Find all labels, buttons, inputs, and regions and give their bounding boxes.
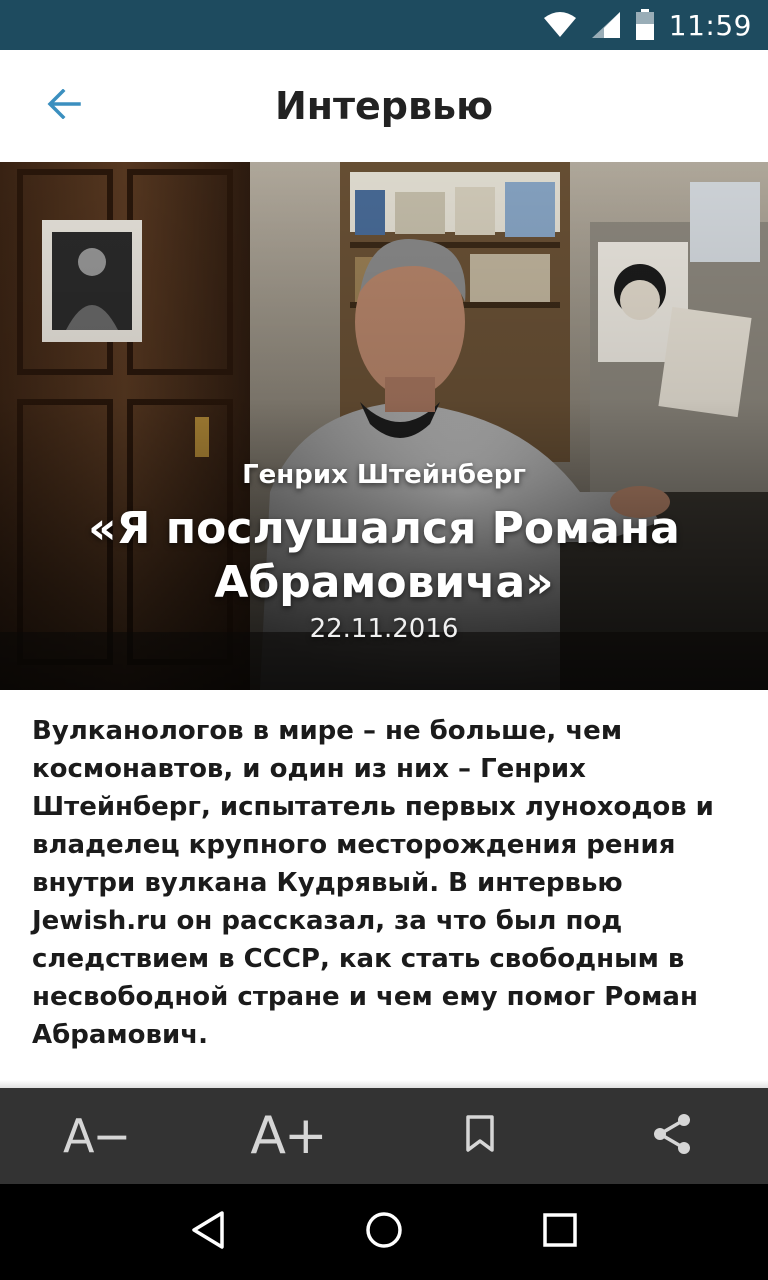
status-bar: 11:59 [0,0,768,50]
article-lead: Вулканологов в мире – не больше, чем кос… [32,716,714,1050]
wifi-icon [543,12,577,38]
battery-icon [635,9,655,41]
share-icon [652,1113,692,1159]
decrease-font-button[interactable]: A− [36,1096,156,1176]
home-circle-icon [364,1210,404,1255]
article-hero[interactable]: Генрих Штейнберг «Я послушался Романа Аб… [0,162,768,690]
app-bar: Интервью [0,50,768,162]
increase-font-button[interactable]: A+ [228,1096,348,1176]
back-triangle-icon [189,1210,227,1255]
nav-back-button[interactable] [168,1192,248,1272]
status-time: 11:59 [668,8,752,42]
article-author: Генрих Штейнберг [242,460,526,490]
arrow-back-icon [47,88,81,124]
page-title: Интервью [274,84,494,128]
hero-gradient-overlay [0,162,768,690]
nav-recents-button[interactable] [520,1192,600,1272]
share-button[interactable] [612,1096,732,1176]
reader-toolbar: A− A+ [0,1088,768,1184]
bookmark-icon [465,1115,495,1157]
recents-square-icon [542,1212,578,1253]
bookmark-button[interactable] [420,1096,540,1176]
article-title: «Я послушался Романа Абрамовича» [88,503,680,608]
toolbar-divider [0,1080,768,1088]
system-nav-bar [0,1184,768,1280]
back-button[interactable] [40,82,88,130]
article-date: 22.11.2016 [309,614,459,644]
signal-icon [591,11,621,39]
nav-home-button[interactable] [344,1192,424,1272]
